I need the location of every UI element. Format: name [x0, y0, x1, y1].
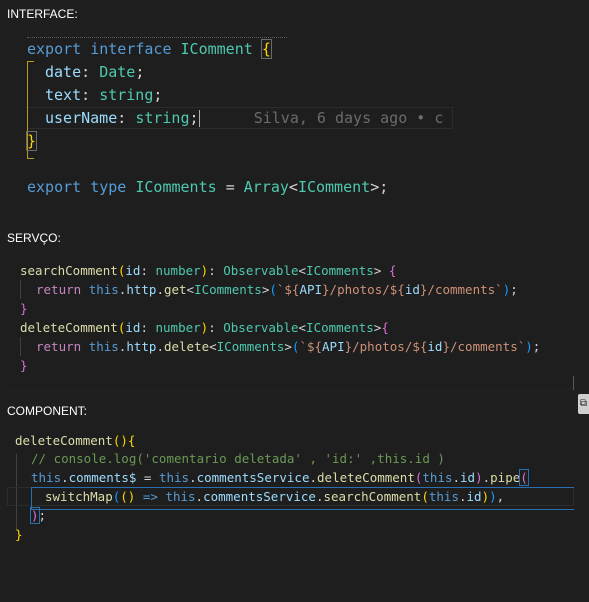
code-line: text: string; [45, 86, 163, 104]
code-line: searchComment(id: number): Observable<IC… [20, 263, 397, 278]
code-line: export type IComments = Array<IComment>; [27, 178, 389, 196]
service-code-panel: searchComment(id: number): Observable<IC… [7, 258, 574, 388]
code-line: deleteComment(id: number): Observable<IC… [20, 320, 389, 335]
indent-guide [20, 280, 21, 299]
code-line: } [20, 358, 28, 373]
service-section-label: SERVÇO: [7, 231, 61, 245]
component-code-panel: deleteComment(){ // console.log('comenta… [7, 432, 574, 566]
indent-guide [20, 337, 21, 356]
interface-code-panel: export interface IComment { date: Date; … [7, 35, 453, 214]
code-line: } [15, 527, 23, 542]
code-line: userName: string; Silva, 6 days ago • c [45, 109, 444, 127]
code-line: ); [30, 507, 47, 524]
code-line: switchMap(() => this.commentsService.sea… [45, 489, 505, 504]
code-line: return this.http.get<IComments>(`${API}/… [36, 282, 518, 297]
code-line: this.comments$ = this.commentsService.de… [31, 469, 529, 486]
text-cursor [198, 110, 200, 127]
copy-icon[interactable]: ⧉ [578, 394, 589, 414]
code-line: date: Date; [45, 63, 145, 81]
git-blame-annotation: Silva, 6 days ago • c [253, 109, 444, 127]
code-line: deleteComment(){ [15, 433, 136, 448]
code-line: // console.log('comentario deletada' , '… [31, 451, 445, 466]
interface-section-label: INTERFACE: [7, 7, 78, 21]
code-line: } [25, 131, 38, 151]
code-line: export interface IComment { [27, 39, 272, 59]
component-section-label: COMPONENT: [7, 404, 88, 418]
code-line: return this.http.delete<IComments>(`${AP… [36, 339, 541, 354]
code-line: } [20, 301, 28, 316]
scrollbar-edge [573, 376, 574, 390]
